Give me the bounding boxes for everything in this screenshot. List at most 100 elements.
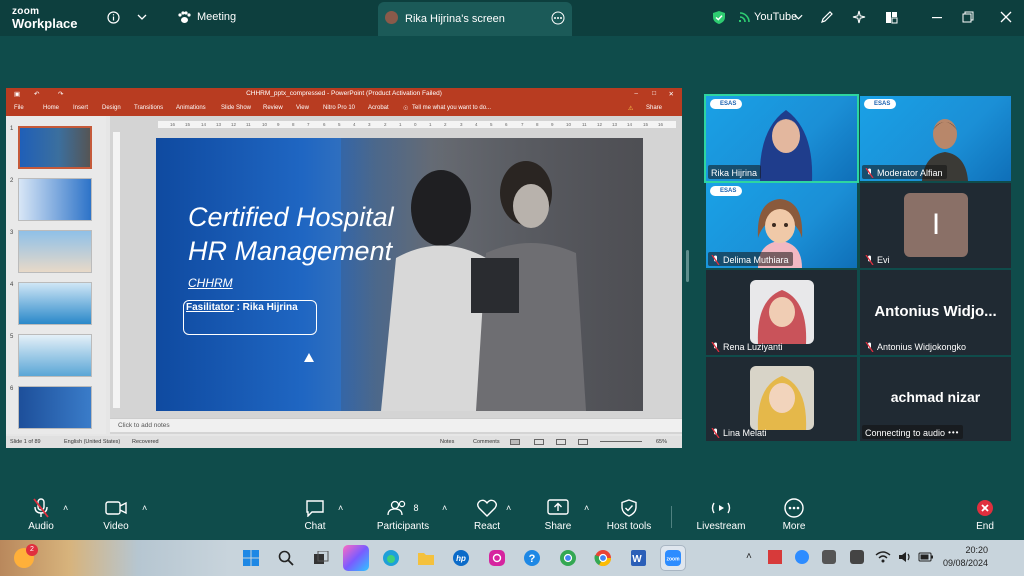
more-options-icon[interactable] xyxy=(551,11,565,30)
normal-view-icon[interactable] xyxy=(510,439,520,445)
edge-browser-icon[interactable] xyxy=(378,545,404,571)
ribbon-tab-animations[interactable]: Animations xyxy=(176,105,206,111)
notes-toggle[interactable]: Notes xyxy=(440,439,454,445)
slide-thumbnail[interactable] xyxy=(18,282,92,325)
hp-app-icon[interactable]: hp xyxy=(448,545,474,571)
battery-icon[interactable] xyxy=(918,550,934,568)
ribbon-tab-nitro[interactable]: Nitro Pro 10 xyxy=(323,105,355,111)
participant-name-tag: Rena Luziyanti xyxy=(708,339,787,353)
share-options-caret[interactable]: ˄ xyxy=(584,503,589,513)
screen-share-tab[interactable]: Rika Hijrina's screen xyxy=(378,2,572,36)
svg-text:?: ? xyxy=(529,553,536,565)
language-status[interactable]: English (United States) xyxy=(64,439,120,445)
annotate-pen-icon[interactable] xyxy=(818,8,836,26)
system-clock[interactable]: 20:20 09/08/2024 xyxy=(943,544,988,570)
slide-thumbnail[interactable] xyxy=(18,386,92,429)
participant-tile[interactable]: I Evi xyxy=(860,183,1011,268)
participant-tile[interactable]: Lina Melati xyxy=(706,357,857,441)
tray-app-icon[interactable] xyxy=(768,550,782,564)
share-screen-button[interactable]: Share xyxy=(523,498,593,532)
volume-icon[interactable] xyxy=(898,550,912,569)
ribbon-tab-design[interactable]: Design xyxy=(102,105,121,111)
participant-name-tag: Delima Muthiara xyxy=(708,252,793,266)
ppt-close-icon[interactable]: ✕ xyxy=(669,90,674,98)
close-icon[interactable] xyxy=(997,8,1015,26)
task-view-icon[interactable] xyxy=(308,545,334,571)
participant-tile[interactable]: achmad nizar Connecting to audio ••• xyxy=(860,357,1011,441)
sparkle-ai-icon[interactable] xyxy=(850,8,868,26)
slide-thumbnail-pane[interactable]: 1 2 3 4 5 6 xyxy=(6,116,106,434)
ribbon-tab-transitions[interactable]: Transitions xyxy=(134,105,163,111)
zoom-level[interactable]: 65% xyxy=(656,439,667,445)
meeting-info-icon[interactable] xyxy=(104,8,122,26)
restore-icon[interactable] xyxy=(959,8,977,26)
ppt-share-button[interactable]: Share xyxy=(646,105,662,111)
meeting-label[interactable]: Meeting xyxy=(197,11,236,23)
ribbon-tab-view[interactable]: View xyxy=(296,105,309,111)
slide-thumbnail[interactable] xyxy=(18,178,92,221)
react-options-caret[interactable]: ˄ xyxy=(506,503,511,513)
sorter-view-icon[interactable] xyxy=(534,439,544,445)
ruler-tick-label: 13 xyxy=(612,122,618,127)
chrome-profile-icon[interactable] xyxy=(555,545,581,571)
host-tools-button[interactable]: Host tools xyxy=(594,498,664,532)
ribbon-tab-slide-show[interactable]: Slide Show xyxy=(221,105,251,111)
wifi-icon[interactable] xyxy=(875,550,891,569)
comments-toggle[interactable]: Comments xyxy=(473,439,500,445)
audio-options-caret[interactable]: ˄ xyxy=(63,503,68,513)
search-icon[interactable] xyxy=(273,545,299,571)
minimize-icon[interactable] xyxy=(928,8,946,26)
ribbon-tab-insert[interactable]: Insert xyxy=(73,105,88,111)
slide-thumbnail[interactable] xyxy=(18,334,92,377)
slide-thumbnail[interactable] xyxy=(18,230,92,273)
ribbon-tab-acrobat[interactable]: Acrobat xyxy=(368,105,389,111)
ribbon-tab-review[interactable]: Review xyxy=(263,105,283,111)
tray-cloud-icon[interactable] xyxy=(822,550,836,564)
view-layout-icon[interactable] xyxy=(882,8,900,26)
tray-chevron-icon[interactable]: ˄ xyxy=(746,551,752,562)
participants-options-caret[interactable]: ˄ xyxy=(442,503,447,513)
tray-zoom-icon[interactable] xyxy=(795,550,809,564)
slide-thumbnail[interactable] xyxy=(18,126,92,169)
slideshow-view-icon[interactable] xyxy=(578,439,588,445)
chevron-down-icon[interactable] xyxy=(133,8,151,26)
ribbon-tab-home[interactable]: Home xyxy=(43,105,59,111)
participant-tile[interactable]: ESAS Delima Muthiara xyxy=(706,183,857,268)
shared-powerpoint-window: ▣ ↶ ↷ CHHRM_pptx_compressed - PowerPoint… xyxy=(6,88,682,448)
ruler-tick-label: 6 xyxy=(505,122,508,127)
reading-view-icon[interactable] xyxy=(556,439,566,445)
ppt-minimize-icon[interactable]: – xyxy=(634,90,638,97)
participant-tile[interactable]: Rena Luziyanti xyxy=(706,270,857,355)
video-options-caret[interactable]: ˄ xyxy=(142,503,147,513)
shield-check-icon[interactable] xyxy=(710,8,728,26)
zoom-app-icon[interactable]: zoom xyxy=(660,545,686,571)
participant-tile[interactable]: ESAS Rika Hijrina xyxy=(704,94,859,183)
youtube-chevron-icon[interactable] xyxy=(789,8,807,26)
participant-tile[interactable]: ESAS Moderator Alfian xyxy=(860,96,1011,181)
word-icon[interactable]: W xyxy=(625,545,651,571)
video-button[interactable]: Video xyxy=(81,498,151,532)
windows-start-icon[interactable] xyxy=(238,545,264,571)
instagram-icon[interactable] xyxy=(484,545,510,571)
chat-options-caret[interactable]: ˄ xyxy=(338,503,343,513)
zoom-slider[interactable] xyxy=(600,441,642,442)
participants-button[interactable]: 8 Participants xyxy=(368,498,438,532)
current-slide[interactable]: Certified Hospital HR Management CHHRM F… xyxy=(156,138,643,411)
tell-me-search[interactable]: Tell me what you want to do... xyxy=(412,105,491,111)
participant-tile[interactable]: Antonius Widjo... Antonius Widjokongko xyxy=(860,270,1011,355)
react-button[interactable]: React xyxy=(452,498,522,532)
file-explorer-icon[interactable] xyxy=(413,545,439,571)
livestream-button[interactable]: Livestream xyxy=(686,498,756,532)
notes-pane[interactable]: Click to add notes xyxy=(110,418,682,432)
end-meeting-button[interactable]: End xyxy=(950,498,1020,532)
more-button[interactable]: More xyxy=(759,498,829,532)
ppt-restore-icon[interactable]: □ xyxy=(652,90,656,97)
help-icon[interactable]: ? xyxy=(519,545,545,571)
weather-widget-icon[interactable]: 2 xyxy=(14,544,38,568)
chrome-icon[interactable] xyxy=(590,545,616,571)
tray-keyboard-icon[interactable] xyxy=(850,550,864,564)
copilot-icon[interactable] xyxy=(343,545,369,571)
gallery-resize-handle[interactable] xyxy=(686,250,689,282)
ribbon-tab-file[interactable]: File xyxy=(14,105,24,111)
more-dots-icon xyxy=(759,498,829,518)
